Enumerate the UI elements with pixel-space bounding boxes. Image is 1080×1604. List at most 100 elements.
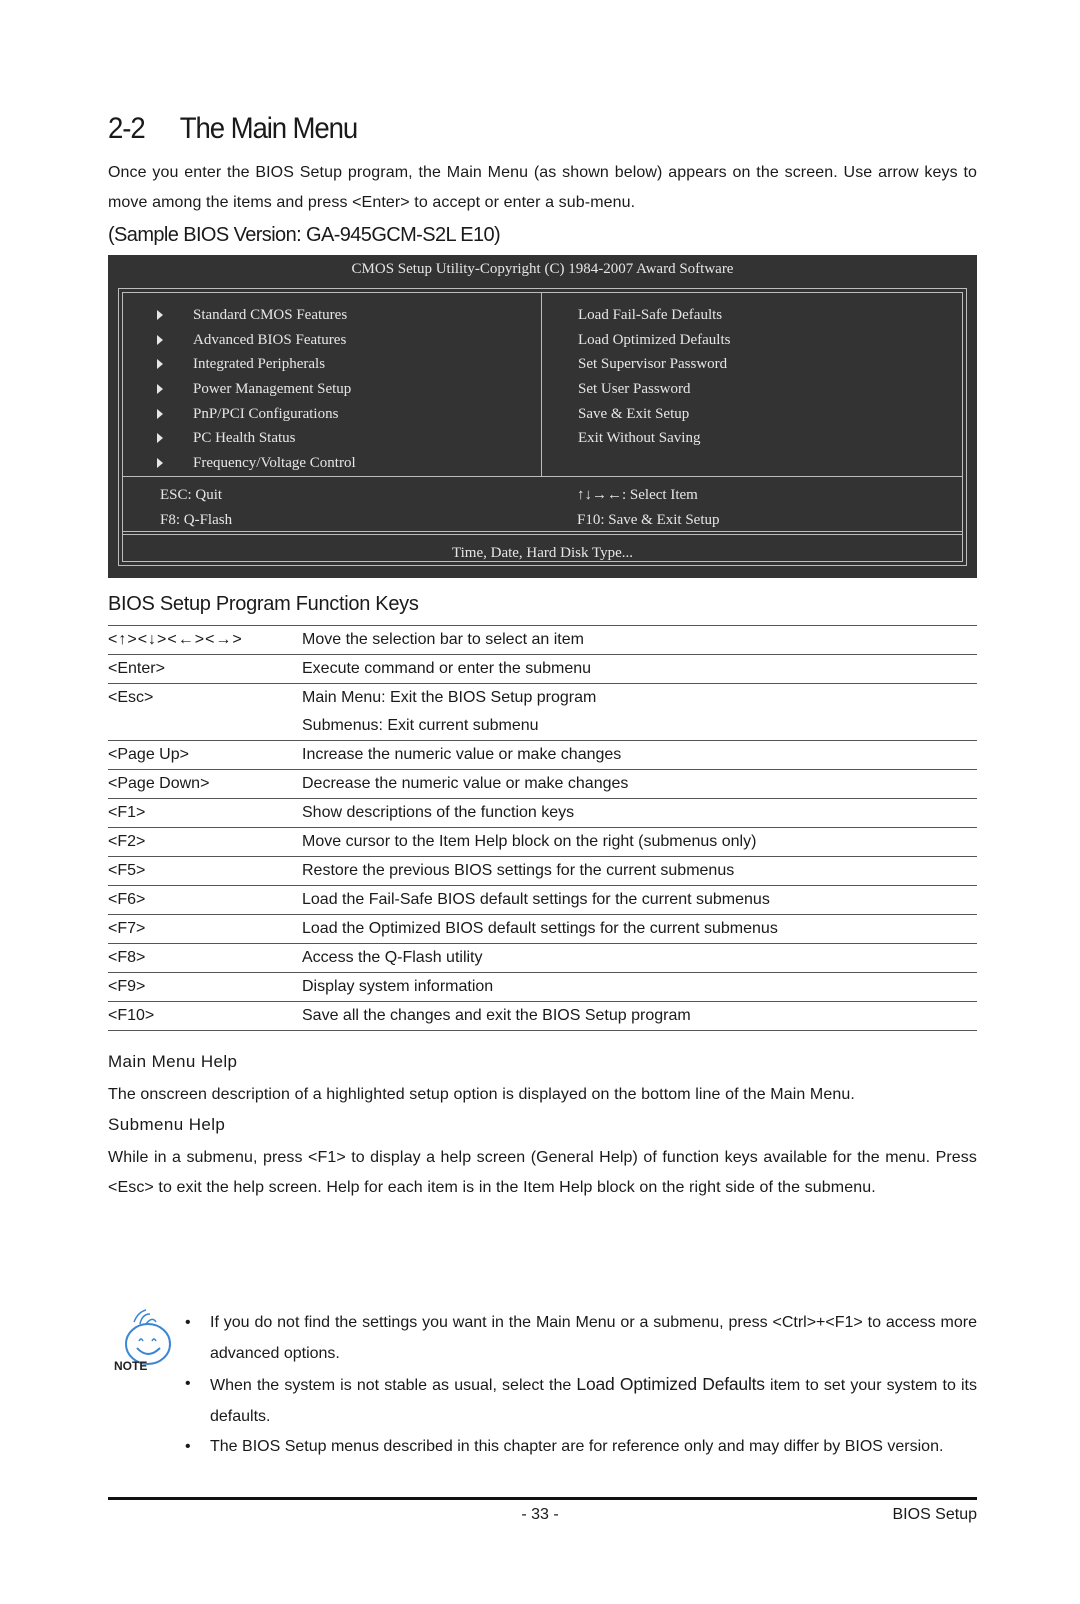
bios-header: CMOS Setup Utility-Copyright (C) 1984-20… [351, 261, 734, 277]
function-key-description: Restore the previous BIOS settings for t… [302, 857, 977, 885]
main-menu-help-text: The onscreen description of a highlighte… [108, 1086, 855, 1103]
function-key-row: <Enter> Execute command or enter the subm… [108, 655, 977, 684]
function-key-name: <Esc> [108, 689, 154, 706]
bios-menu-item[interactable]: Power Management Setup [157, 377, 356, 402]
bios-menu-item[interactable]: Exit Without Saving [578, 426, 730, 451]
function-key-description: Main Menu: Exit the BIOS Setup program Su… [302, 684, 977, 740]
bios-key-f8: F8: Q-Flash [160, 511, 233, 528]
bullet: • [185, 1438, 191, 1455]
function-key-row: <F9> Display system information [108, 973, 977, 1002]
bios-menu-item[interactable]: Save & Exit Setup [578, 402, 730, 427]
description-line: Decrease the numeric value or make chang… [302, 775, 629, 792]
bios-key-f10: F10: Save & Exit Setup [577, 511, 720, 528]
note-item: • The BIOS Setup menus described in this… [180, 1432, 977, 1463]
function-key-description: Increase the numeric value or make chang… [302, 741, 977, 769]
footer-rule [108, 1497, 977, 1500]
load-optimized-defaults-highlight: Load Optimized Defaults [576, 1374, 765, 1394]
bios-menu-item[interactable]: Integrated Peripherals [157, 352, 356, 377]
function-key-description: Execute command or enter the submenu [302, 655, 977, 683]
smiley-note-icon: NOTE [114, 1309, 171, 1373]
note-item: • When the system is not stable as usual… [180, 1369, 977, 1432]
function-key-name: <F5> [108, 862, 146, 879]
function-key-description: Load the Fail-Safe BIOS default settings… [302, 886, 977, 914]
note-item: • If you do not find the settings you wa… [180, 1308, 977, 1369]
submenu-help-heading: Submenu Help [108, 1115, 226, 1134]
function-key-name: <Page Down> [108, 775, 210, 792]
bios-menu-item[interactable]: Load Optimized Defaults [578, 328, 730, 353]
description-line: Move the selection bar to select an item [302, 631, 584, 648]
function-keys-table: <↑><↓><←><→> Move the selection bar to se… [108, 625, 977, 1031]
function-key-description: Display system information [302, 973, 977, 1001]
description-line: Load the Fail-Safe BIOS default settings… [302, 891, 770, 908]
description-line: Main Menu: Exit the BIOS Setup program [302, 689, 597, 706]
bios-menu-item[interactable]: PnP/PCI Configurations [157, 402, 356, 427]
note-icon: NOTE [112, 1308, 182, 1374]
submenu-arrow-icon [157, 408, 163, 419]
function-key-name: <F7> [108, 920, 146, 937]
function-key-name: <F8> [108, 949, 146, 966]
function-key-row: <F6> Load the Fail-Safe BIOS default sett… [108, 886, 977, 915]
svg-text:NOTE: NOTE [114, 1359, 147, 1373]
bios-right-menu: Load Fail-Safe Defaults Load Optimized D… [578, 303, 730, 451]
function-key-description: Move the selection bar to select an item [302, 626, 977, 654]
submenu-arrow-icon [157, 458, 163, 469]
function-key-row: <F2> Move cursor to the Item Help block o… [108, 828, 977, 857]
submenu-arrow-icon [157, 433, 163, 444]
bios-menu-item[interactable]: Standard CMOS Features [157, 303, 356, 328]
bios-key-select: ↑↓→←: Select Item [577, 487, 698, 503]
function-key-description: Access the Q-Flash utility [302, 944, 977, 972]
function-key-name: <↑><↓><←><→> [108, 631, 243, 648]
function-key-description: Decrease the numeric value or make chang… [302, 770, 977, 798]
submenu-arrow-icon [157, 334, 163, 345]
description-line: Display system information [302, 978, 494, 995]
submenu-help-text: While in a submenu, press <F1> to displa… [108, 1149, 977, 1196]
function-key-row: <Page Down> Decrease the numeric value or… [108, 770, 977, 799]
bios-divider [123, 534, 962, 535]
function-key-name: <Enter> [108, 660, 165, 677]
bios-main-menu-screenshot: CMOS Setup Utility-Copyright (C) 1984-20… [108, 255, 977, 578]
submenu-arrow-icon [157, 310, 163, 320]
bios-divider [123, 476, 962, 477]
description-line: Move cursor to the Item Help block on th… [302, 833, 757, 850]
function-key-description: Move cursor to the Item Help block on th… [302, 828, 977, 856]
function-key-name: <F9> [108, 978, 146, 995]
description-line: Submenus: Exit current submenu [302, 717, 539, 734]
bios-divider [123, 531, 962, 532]
submenu-arrow-icon [157, 384, 163, 395]
function-key-name: <F10> [108, 1007, 155, 1024]
description-line: Access the Q-Flash utility [302, 949, 483, 966]
function-key-description: Show descriptions of the function keys [302, 799, 977, 827]
note-list: • If you do not find the settings you wa… [180, 1308, 977, 1463]
bullet: • [185, 1375, 191, 1392]
function-key-name: <F2> [108, 833, 146, 850]
bios-menu-item[interactable]: Advanced BIOS Features [157, 328, 356, 353]
footer-section-label: BIOS Setup [892, 1506, 978, 1523]
bios-menu-item[interactable]: PC Health Status [157, 426, 356, 451]
bios-menu-item[interactable]: Set User Password [578, 377, 730, 402]
sample-bios-caption: (Sample BIOS Version: GA-945GCM-S2L E10) [108, 224, 501, 246]
bios-left-menu: Standard CMOS Features Advanced BIOS Fea… [157, 303, 356, 476]
page-title: 2-2 The Main Menu [108, 112, 359, 146]
bios-frame: Standard CMOS Features Advanced BIOS Fea… [118, 288, 967, 566]
function-key-description: Load the Optimized BIOS default settings… [302, 915, 977, 943]
description-line: Show descriptions of the function keys [302, 804, 575, 821]
function-keys-heading: BIOS Setup Program Function Keys [108, 593, 419, 615]
bios-column-divider [541, 293, 542, 476]
bios-menu-item[interactable]: Load Fail-Safe Defaults [578, 303, 730, 328]
function-key-row: <↑><↓><←><→> Move the selection bar to se… [108, 625, 977, 655]
description-line: Save all the changes and exit the BIOS S… [302, 1007, 691, 1024]
description-line: Increase the numeric value or make chang… [302, 746, 622, 763]
intro-paragraph: Once you enter the BIOS Setup program, t… [108, 164, 977, 211]
function-key-row: <Page Up> Increase the numeric value or m… [108, 741, 977, 770]
section-title: The Main Menu [179, 112, 359, 145]
function-key-name: <F1> [108, 804, 146, 821]
submenu-arrow-icon [157, 359, 163, 370]
description-line: Load the Optimized BIOS default settings… [302, 920, 778, 937]
bios-menu-item[interactable]: Frequency/Voltage Control [157, 451, 356, 476]
bios-menu-item[interactable]: Set Supervisor Password [578, 352, 730, 377]
function-key-row: <F5> Restore the previous BIOS settings f… [108, 857, 977, 886]
function-key-row: <F8> Access the Q-Flash utility [108, 944, 977, 973]
main-menu-help-heading: Main Menu Help [108, 1052, 238, 1071]
function-key-name: <Page Up> [108, 746, 189, 763]
function-key-name: <F6> [108, 891, 146, 908]
